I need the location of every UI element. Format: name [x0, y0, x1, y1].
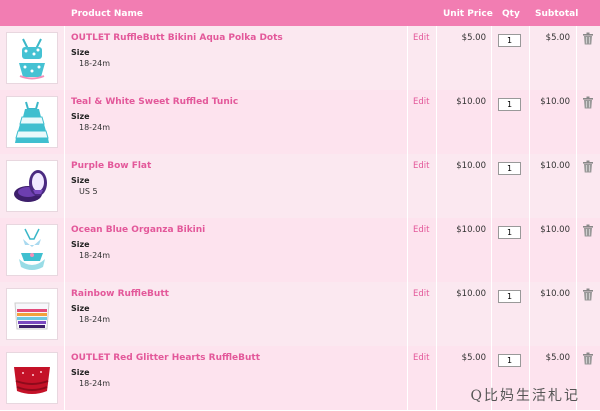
- product-name-link[interactable]: Teal & White Sweet Ruffled Tunic: [71, 97, 238, 107]
- edit-link[interactable]: Edit: [413, 97, 429, 107]
- unit-price: $10.00: [456, 97, 486, 107]
- trash-icon[interactable]: [582, 224, 594, 237]
- trash-icon[interactable]: [582, 96, 594, 109]
- edit-link[interactable]: Edit: [413, 161, 429, 171]
- cart-row: Rainbow RuffleButt Size 18-24m Edit $10.…: [0, 282, 600, 347]
- unit-price: $5.00: [461, 33, 486, 43]
- quantity-input[interactable]: [498, 354, 521, 367]
- size-label: Size: [71, 176, 90, 185]
- product-name-link[interactable]: OUTLET Red Glitter Hearts RuffleButt: [71, 353, 260, 363]
- trash-icon[interactable]: [582, 32, 594, 45]
- organza-bikini-image[interactable]: [6, 224, 58, 276]
- size-value: 18-24m: [79, 251, 111, 260]
- subtotal: $5.00: [545, 33, 570, 43]
- quantity-input[interactable]: [498, 226, 521, 239]
- size-label: Size: [71, 368, 90, 377]
- subtotal: $5.00: [545, 353, 570, 363]
- polka-dot-bikini-image[interactable]: [6, 32, 58, 84]
- unit-price: $10.00: [456, 161, 486, 171]
- trash-icon[interactable]: [582, 288, 594, 301]
- cart-row: Purple Bow Flat Size US 5 Edit $10.00 $1…: [0, 154, 600, 219]
- edit-link[interactable]: Edit: [413, 33, 429, 43]
- header-unit-price: Unit Price: [443, 9, 493, 19]
- size-value: 18-24m: [79, 315, 111, 324]
- size-value: 18-24m: [79, 59, 111, 68]
- header-product-name: Product Name: [71, 9, 143, 19]
- cart-row: Teal & White Sweet Ruffled Tunic Size 18…: [0, 90, 600, 155]
- trash-icon[interactable]: [582, 352, 594, 365]
- product-name-link[interactable]: OUTLET RuffleButt Bikini Aqua Polka Dots: [71, 33, 283, 43]
- size-label: Size: [71, 112, 90, 121]
- product-name-link[interactable]: Purple Bow Flat: [71, 161, 151, 171]
- subtotal: $10.00: [540, 225, 570, 235]
- cart-row: OUTLET RuffleButt Bikini Aqua Polka Dots…: [0, 26, 600, 91]
- quantity-input[interactable]: [498, 162, 521, 175]
- size-label: Size: [71, 304, 90, 313]
- ruffled-tunic-image[interactable]: [6, 96, 58, 148]
- edit-link[interactable]: Edit: [413, 225, 429, 235]
- header-subtotal: Subtotal: [535, 9, 579, 19]
- subtotal: $10.00: [540, 97, 570, 107]
- header-qty: Qty: [502, 9, 520, 19]
- unit-price: $10.00: [456, 225, 486, 235]
- quantity-input[interactable]: [498, 98, 521, 111]
- unit-price: $5.00: [461, 353, 486, 363]
- edit-link[interactable]: Edit: [413, 289, 429, 299]
- size-label: Size: [71, 48, 90, 57]
- size-value: 18-24m: [79, 379, 111, 388]
- quantity-input[interactable]: [498, 290, 521, 303]
- watermark: Q比妈生活札记: [470, 388, 580, 404]
- size-value: US 5: [79, 187, 98, 196]
- product-name-link[interactable]: Rainbow RuffleButt: [71, 289, 169, 299]
- product-name-link[interactable]: Ocean Blue Organza Bikini: [71, 225, 205, 235]
- shopping-cart-table: Product Name Unit Price Qty Subtotal OUT…: [0, 0, 600, 411]
- cart-header-row: Product Name Unit Price Qty Subtotal: [0, 0, 600, 26]
- trash-icon[interactable]: [582, 160, 594, 173]
- bow-flat-shoes-image[interactable]: [6, 160, 58, 212]
- rainbow-rufflebutt-image[interactable]: [6, 288, 58, 340]
- size-value: 18-24m: [79, 123, 111, 132]
- edit-link[interactable]: Edit: [413, 353, 429, 363]
- subtotal: $10.00: [540, 161, 570, 171]
- unit-price: $10.00: [456, 289, 486, 299]
- cart-row: Ocean Blue Organza Bikini Size 18-24m Ed…: [0, 218, 600, 283]
- quantity-input[interactable]: [498, 34, 521, 47]
- subtotal: $10.00: [540, 289, 570, 299]
- size-label: Size: [71, 240, 90, 249]
- red-rufflebutt-image[interactable]: [6, 352, 58, 404]
